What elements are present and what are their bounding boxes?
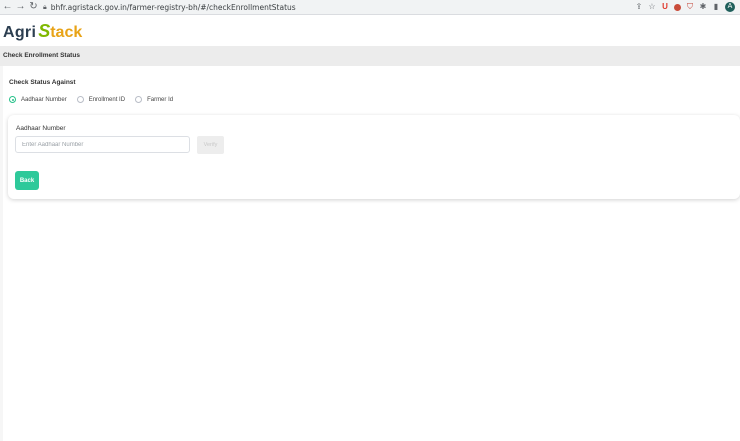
sidebar-icon[interactable]: ▮ (712, 3, 720, 11)
arrow-right-icon[interactable]: → (15, 1, 26, 13)
agristack-logo[interactable]: Agri S tack (3, 21, 82, 42)
page-title: Check Enrollment Status (3, 52, 80, 59)
radio-option-enrollment-id[interactable]: Enrollment ID (76, 96, 126, 103)
share-icon[interactable]: ⇪ (635, 3, 643, 11)
site-header: Agri S tack (0, 15, 740, 47)
logo-text-s: S (38, 21, 51, 41)
status-type-radio-group: Aadhaar Number Enrollment ID Farmer Id (9, 96, 183, 103)
check-status-label: Check Status Against (9, 79, 76, 86)
browser-toolbar: ← → ↻ 🔒︎ bhfr.agristack.gov.in/farmer-re… (0, 0, 740, 15)
aadhaar-field-label: Aadhaar Number (16, 125, 66, 132)
verify-button[interactable]: Verify (197, 136, 224, 154)
radio-farmer-id[interactable] (135, 96, 143, 103)
star-icon[interactable]: ☆ (648, 3, 656, 11)
reload-icon[interactable]: ↻ (28, 1, 39, 13)
url-text: bhfr.agristack.gov.in/farmer-registry-bh… (50, 2, 296, 12)
extension-circle-icon[interactable] (674, 3, 681, 11)
left-edge-strip (0, 66, 3, 441)
radio-label-aadhaar: Aadhaar Number (21, 96, 67, 103)
aadhaar-card: Aadhaar Number Verify Back (8, 115, 740, 199)
extension-u-icon[interactable]: U (661, 3, 669, 11)
logo-text-tack: tack (50, 24, 83, 41)
shield-icon[interactable]: ⛉ (686, 3, 694, 11)
radio-enrollment-id[interactable] (76, 96, 84, 103)
avatar[interactable]: A (725, 2, 735, 12)
address-bar[interactable]: 🔒︎ bhfr.agristack.gov.in/farmer-registry… (43, 1, 635, 13)
radio-option-farmer-id[interactable]: Farmer Id (135, 96, 173, 103)
radio-option-aadhaar[interactable]: Aadhaar Number (9, 96, 67, 103)
back-button[interactable]: Back (15, 171, 39, 190)
lock-icon: 🔒︎ (43, 2, 47, 11)
radio-label-farmer-id: Farmer Id (147, 96, 174, 103)
radio-label-enrollment-id: Enrollment ID (88, 96, 126, 103)
aadhaar-input[interactable] (15, 136, 190, 153)
page-title-bar: Check Enrollment Status (0, 46, 740, 66)
logo-text-agri: Agri (3, 24, 37, 41)
arrow-left-icon[interactable]: ← (2, 1, 13, 13)
radio-aadhaar[interactable] (9, 96, 16, 103)
puzzle-icon[interactable]: ✱ (699, 3, 707, 11)
